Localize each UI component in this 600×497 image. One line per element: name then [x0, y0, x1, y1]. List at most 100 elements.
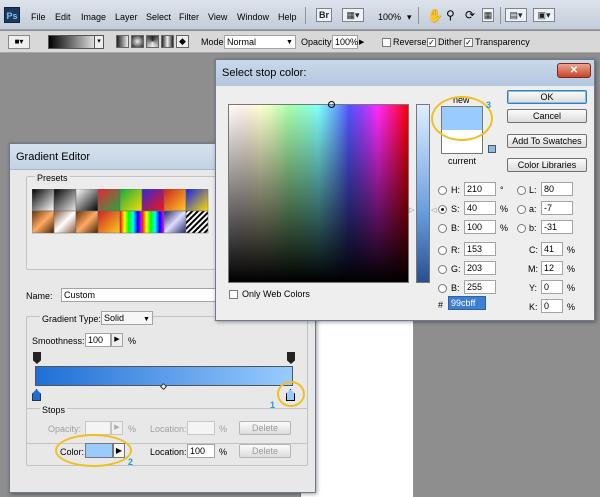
- smoothness-slider-icon[interactable]: ▶: [111, 333, 123, 347]
- menu-select[interactable]: Select: [146, 12, 171, 22]
- ok-button[interactable]: OK: [507, 90, 587, 104]
- lightness-input[interactable]: 80: [541, 182, 573, 196]
- opacity-label: Opacity:: [301, 37, 335, 47]
- hex-input[interactable]: 99cbff: [448, 296, 486, 310]
- menu-view[interactable]: View: [208, 12, 227, 22]
- saturation-radio[interactable]: [438, 205, 447, 214]
- color-libraries-button[interactable]: Color Libraries: [507, 158, 587, 172]
- opacity-slider-icon[interactable]: ▶: [359, 37, 364, 48]
- close-button[interactable]: ✕: [557, 63, 591, 78]
- hex-label: #: [438, 300, 444, 310]
- red-radio[interactable]: [438, 246, 447, 255]
- magenta-label: M:: [528, 264, 538, 274]
- rotate-view-icon[interactable]: ⟳: [465, 8, 475, 22]
- stop-opacity-label: Opacity:: [48, 424, 82, 434]
- view-extras-button[interactable]: ▦▾: [342, 8, 364, 22]
- callout-2: 2: [128, 457, 134, 467]
- only-web-colors-checkbox[interactable]: [229, 290, 238, 299]
- hue-slider-arrow-right-icon[interactable]: ◁: [431, 205, 436, 216]
- stop-opacity-input: [85, 421, 111, 435]
- menu-separator: [418, 7, 419, 24]
- hue-slider-arrow-left-icon[interactable]: ▷: [409, 205, 414, 216]
- gradient-type-label: Gradient Type:: [40, 314, 103, 325]
- magenta-unit: %: [567, 264, 576, 274]
- color-field-marker[interactable]: [328, 101, 335, 108]
- options-bar: ■▾ ▾ ◆ Mode: Normal ▼ Opacity: 100% ▶ Re…: [0, 31, 600, 53]
- dither-label: Dither: [438, 37, 463, 47]
- reflected-gradient-icon[interactable]: [161, 35, 174, 48]
- bridge-button[interactable]: Br: [316, 8, 332, 22]
- red-input[interactable]: 153: [464, 242, 496, 256]
- diamond-gradient-icon[interactable]: ◆: [176, 35, 189, 48]
- menu-help[interactable]: Help: [278, 12, 297, 22]
- name-input[interactable]: Custom: [61, 288, 219, 302]
- menu-window[interactable]: Window: [237, 12, 269, 22]
- opacity-delete-button: Delete: [239, 421, 291, 435]
- stop-opacity-unit: %: [128, 424, 137, 434]
- smoothness-unit: %: [128, 336, 137, 346]
- hue-input[interactable]: 210: [464, 182, 496, 196]
- hand-tool-icon[interactable]: ✋: [427, 8, 443, 24]
- zoom-tool-icon[interactable]: ⚲: [446, 8, 455, 22]
- radial-gradient-icon[interactable]: [131, 35, 144, 48]
- preset-swatch: [185, 210, 209, 234]
- reverse-checkbox[interactable]: [382, 38, 391, 47]
- blue-input[interactable]: 255: [464, 280, 496, 294]
- a-channel-label: a:: [529, 204, 537, 214]
- menu-separator: [500, 7, 501, 24]
- zoom-level[interactable]: 100%: [378, 12, 401, 22]
- tool-preset-picker[interactable]: ■▾: [8, 35, 30, 49]
- presets-grid[interactable]: [31, 188, 218, 237]
- brightness-input[interactable]: 100: [464, 220, 496, 234]
- menu-file[interactable]: File: [31, 12, 46, 22]
- saturation-input[interactable]: 40: [464, 201, 496, 215]
- green-radio[interactable]: [438, 265, 447, 274]
- lightness-radio[interactable]: [517, 186, 526, 195]
- hue-unit: °: [500, 185, 504, 195]
- preset-swatch: [119, 210, 143, 234]
- smoothness-input[interactable]: 100: [85, 333, 111, 347]
- preset-swatches[interactable]: [31, 188, 218, 237]
- dither-checkbox[interactable]: ✓: [427, 38, 436, 47]
- arrange-documents-button[interactable]: ▤▾: [505, 8, 527, 22]
- menu-image[interactable]: Image: [81, 12, 106, 22]
- cyan-label: C:: [529, 245, 538, 255]
- hue-radio[interactable]: [438, 186, 447, 195]
- green-label: G:: [451, 264, 461, 274]
- photoshop-logo: Ps: [4, 7, 20, 23]
- color-picker-dialog: Select stop color: ✕ ▷ ◁ new current 3 O…: [215, 59, 595, 321]
- cyan-unit: %: [567, 245, 576, 255]
- menu-edit[interactable]: Edit: [55, 12, 71, 22]
- brightness-radio[interactable]: [438, 224, 447, 233]
- cyan-input[interactable]: 41: [541, 242, 563, 256]
- linear-gradient-icon[interactable]: [116, 35, 129, 48]
- web-safe-cube-icon[interactable]: [488, 145, 496, 153]
- menu-filter[interactable]: Filter: [179, 12, 199, 22]
- add-to-swatches-button[interactable]: Add To Swatches: [507, 134, 587, 148]
- opacity-input[interactable]: 100%: [332, 35, 358, 49]
- a-channel-input[interactable]: -7: [541, 201, 573, 215]
- gradient-dropdown-icon[interactable]: ▾: [94, 35, 104, 49]
- menu-layer[interactable]: Layer: [115, 12, 138, 22]
- ruler-icon[interactable]: ▦: [482, 8, 494, 22]
- saturation-label: S:: [451, 204, 460, 214]
- screen-mode-button[interactable]: ▣▾: [533, 8, 555, 22]
- zoom-dropdown-icon[interactable]: ▾: [407, 12, 412, 23]
- color-field[interactable]: [228, 104, 409, 283]
- b-channel-radio[interactable]: [517, 224, 526, 233]
- yellow-input[interactable]: 0: [541, 280, 563, 294]
- green-input[interactable]: 203: [464, 261, 496, 275]
- black-input[interactable]: 0: [541, 299, 563, 313]
- magenta-input[interactable]: 12: [541, 261, 563, 275]
- b-channel-input[interactable]: -31: [541, 220, 573, 234]
- color-picker-title: Select stop color:: [216, 60, 594, 86]
- highlight-ring: [277, 381, 305, 407]
- transparency-checkbox[interactable]: ✓: [464, 38, 473, 47]
- cancel-button[interactable]: Cancel: [507, 109, 587, 123]
- hue-slider[interactable]: [416, 104, 430, 283]
- color-location-input[interactable]: 100: [187, 444, 215, 458]
- blue-radio[interactable]: [438, 284, 447, 293]
- a-channel-radio[interactable]: [517, 205, 526, 214]
- black-label: K:: [529, 302, 538, 312]
- angle-gradient-icon[interactable]: [146, 35, 159, 48]
